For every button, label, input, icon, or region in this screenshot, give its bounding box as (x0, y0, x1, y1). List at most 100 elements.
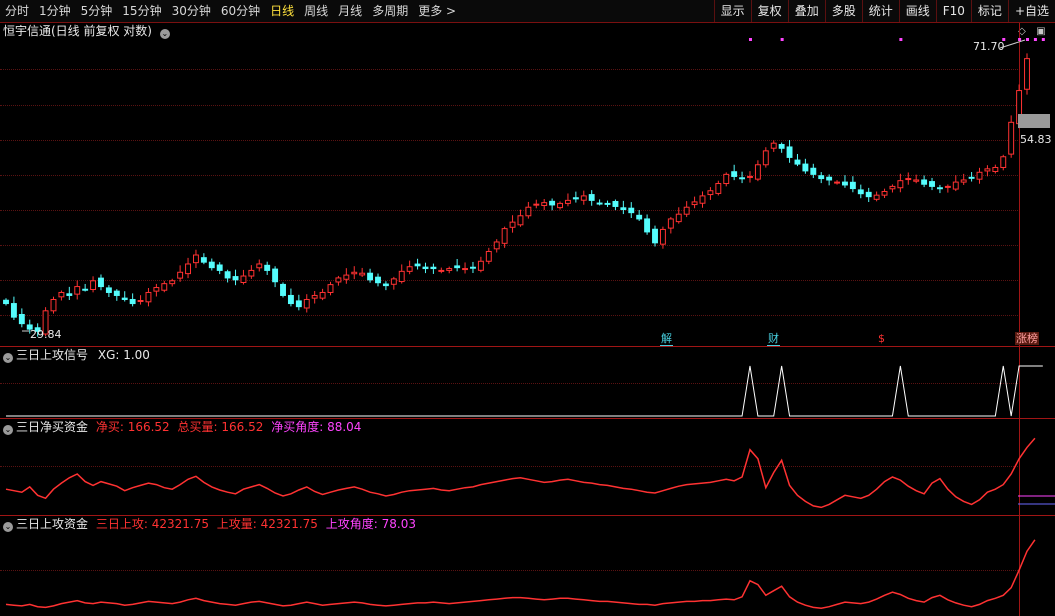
candle-down (430, 266, 437, 270)
low-price-label: 29.84 (30, 328, 62, 341)
candle-down (549, 200, 556, 206)
candle-down (129, 298, 136, 305)
attack-panel-name: 三日上攻资金 (16, 517, 89, 531)
candle-up (683, 206, 690, 215)
netbuy-panel-title: ⌄ 三日净买资金 净买: 166.52 总买量: 166.52 净买角度: 88.… (3, 420, 361, 435)
candle-down (786, 146, 793, 158)
candle-down (18, 314, 25, 325)
candle-down (849, 181, 856, 190)
attack-panel-title: ⌄ 三日上攻资金 三日上攻: 42321.75 上攻量: 42321.75 上攻角… (3, 517, 416, 532)
candle-up (691, 201, 698, 206)
candle-down (818, 175, 825, 180)
candle-up (58, 291, 65, 298)
candle-up (311, 294, 318, 299)
candle-down (264, 264, 271, 271)
candle-up (438, 269, 445, 272)
candle-up (557, 202, 563, 209)
candle-up (984, 168, 991, 172)
attack-polyline (5, 539, 1036, 609)
candle-down (778, 144, 785, 149)
candle-down (98, 277, 104, 288)
chevron-down-icon[interactable]: ⌄ (3, 353, 13, 363)
candle-down (644, 218, 651, 233)
chevron-down-icon[interactable]: ⌄ (3, 425, 13, 435)
attack-value: 三日上攻: 42321.75 (95, 517, 209, 531)
candle-down (968, 176, 975, 179)
candle-up (177, 271, 184, 279)
candle-down (414, 263, 421, 267)
candle-up (699, 195, 706, 204)
candle-up (525, 206, 532, 217)
chevron-down-icon[interactable]: ⌄ (3, 522, 13, 532)
candle-up (161, 283, 168, 291)
net-buy-line (5, 437, 1036, 509)
candle-up (541, 202, 548, 207)
candle-up (580, 195, 587, 201)
netbuy-value: 净买: 166.52 (95, 420, 170, 434)
candle-up (675, 213, 682, 223)
last-price-label: 54.83 (1020, 133, 1052, 146)
candle-up (406, 266, 413, 272)
candle-down (382, 283, 389, 287)
candle-down (588, 194, 595, 201)
total-buy-value: 总买量: 166.52 (177, 420, 264, 434)
candle-up (169, 280, 176, 285)
candle-down (794, 159, 801, 165)
candle-up (327, 284, 334, 293)
candlesticks (3, 53, 1030, 337)
candle-up (1008, 121, 1015, 155)
netbuy-polyline (5, 437, 1036, 509)
candle-up (351, 271, 358, 275)
candle-up (834, 181, 841, 184)
event-badge-dollar[interactable]: $ (877, 332, 886, 345)
attack-angle-value: 上攻角度: 78.03 (325, 517, 416, 531)
candle-up (185, 263, 191, 275)
high-price-label: 71.70 (973, 40, 1005, 53)
signal-dot (748, 38, 752, 41)
signal-line (6, 365, 1043, 417)
candle-down (628, 207, 635, 214)
candle-up (659, 228, 666, 245)
signal-polyline (6, 365, 1043, 417)
candle-up (509, 221, 516, 228)
candle-up (153, 287, 160, 292)
candle-up (881, 190, 888, 196)
attack-line (5, 539, 1036, 609)
event-badge-finance[interactable]: 财 (767, 332, 780, 346)
candle-down (865, 191, 872, 198)
candle-up (335, 277, 342, 283)
candle-up (493, 241, 500, 250)
candle-up (723, 173, 730, 185)
candle-down (454, 265, 461, 269)
candle-down (272, 268, 279, 283)
candle-down (66, 293, 73, 296)
signal-dot (780, 38, 784, 41)
candle-down (280, 283, 286, 296)
candle-up (192, 254, 199, 264)
candle-up (359, 272, 366, 276)
candle-up (976, 171, 983, 180)
candle-up (446, 268, 453, 271)
event-badge-top-gainer[interactable]: 涨榜 (1015, 332, 1039, 345)
attack-volume-value: 上攻量: 42321.75 (216, 517, 318, 531)
candle-down (620, 207, 627, 211)
candle-down (921, 179, 928, 185)
candle-down (842, 181, 848, 186)
candle-up (256, 263, 263, 269)
candle-up (533, 203, 540, 206)
candle-down (10, 303, 17, 318)
candle-down (731, 171, 738, 177)
candle-down (802, 163, 809, 172)
event-badge-unlock[interactable]: 解 (660, 332, 673, 346)
candle-down (200, 257, 207, 263)
candle-down (826, 176, 833, 181)
candle-up (390, 278, 397, 285)
candle-up (501, 228, 508, 244)
candle-up (770, 142, 777, 149)
candle-up (754, 164, 761, 180)
candle-down (287, 294, 294, 305)
candle-down (105, 287, 112, 293)
candle-up (50, 298, 57, 312)
candle-down (572, 197, 579, 200)
candle-down (121, 297, 128, 300)
